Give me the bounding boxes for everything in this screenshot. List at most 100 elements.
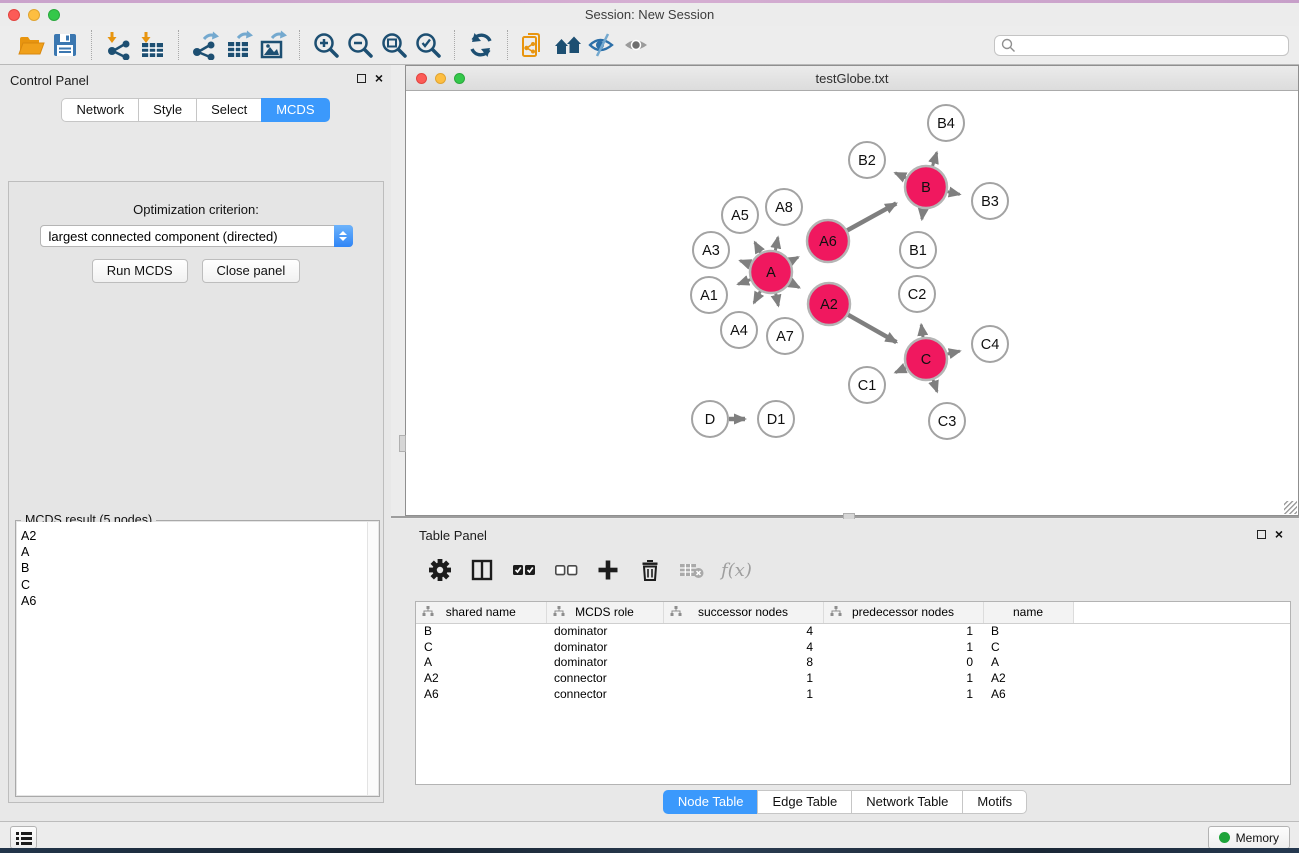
criterion-dropdown[interactable]: largest connected component (directed) (40, 225, 353, 247)
graph-edge[interactable] (775, 237, 778, 250)
table-row[interactable]: Bdominator41B (416, 623, 1290, 639)
zoom-in-icon[interactable] (309, 29, 343, 61)
table-tab-edge-table[interactable]: Edge Table (757, 790, 851, 814)
graph-edge[interactable] (776, 293, 779, 305)
network-zoom-button[interactable] (454, 73, 465, 84)
graph-edge[interactable] (738, 280, 750, 285)
save-session-icon[interactable] (48, 29, 82, 61)
graph-edge[interactable] (848, 315, 896, 342)
dropdown-stepper-icon (334, 225, 353, 247)
export-table-icon[interactable] (222, 29, 256, 61)
graph-edge[interactable] (895, 368, 906, 373)
column-header[interactable]: name (983, 602, 1073, 623)
float-panel-icon[interactable] (357, 74, 366, 83)
control-panel: Control Panel × NetworkStyleSelectMCDS O… (0, 65, 391, 821)
zoom-out-icon[interactable] (343, 29, 377, 61)
window-resize-grip[interactable] (1284, 501, 1297, 514)
table-row[interactable]: A2connector11A2 (416, 670, 1290, 686)
toggle-column-view-icon[interactable] (469, 557, 495, 583)
close-panel-icon[interactable]: × (375, 73, 383, 83)
result-item[interactable]: B (21, 560, 378, 576)
deselect-all-icon[interactable] (553, 557, 579, 583)
table-row[interactable]: Cdominator41C (416, 639, 1290, 655)
run-mcds-button[interactable]: Run MCDS (92, 259, 188, 283)
zoom-selected-icon[interactable] (411, 29, 445, 61)
settings-gear-icon[interactable] (427, 557, 453, 583)
network-minimize-button[interactable] (435, 73, 446, 84)
graph-edge[interactable] (790, 257, 798, 261)
network-canvas[interactable]: B4B2BB3A5A8A6A3AB1A1C2A2A4A7CC4C1C3DD1 (406, 91, 1298, 515)
graph-edge[interactable] (933, 153, 937, 166)
apply-layout-icon[interactable] (464, 29, 498, 61)
minimize-window-button[interactable] (28, 9, 40, 21)
zoom-fit-icon[interactable] (377, 29, 411, 61)
table-row[interactable]: A6connector11A6 (416, 686, 1290, 702)
show-all-networks-icon[interactable] (551, 29, 585, 61)
tab-style[interactable]: Style (138, 98, 196, 122)
show-panel-list-button[interactable] (10, 826, 37, 849)
delete-column-icon[interactable] (637, 557, 663, 583)
close-table-panel-icon[interactable]: × (1275, 529, 1283, 539)
new-session-from-network-icon[interactable] (517, 29, 551, 61)
tab-select[interactable]: Select (196, 98, 261, 122)
table-tab-network-table[interactable]: Network Table (851, 790, 962, 814)
result-item[interactable]: A2 (21, 528, 378, 544)
graph-node-label: A1 (700, 288, 718, 304)
function-builder-icon[interactable]: f(x) (721, 560, 752, 581)
mcds-tab-content: Optimization criterion: largest connecte… (8, 181, 384, 803)
tab-mcds[interactable]: MCDS (261, 98, 329, 122)
tab-network[interactable]: Network (61, 98, 138, 122)
table-cell: 1 (823, 670, 983, 686)
column-header[interactable]: successor nodes (663, 602, 823, 623)
graph-edge[interactable] (947, 351, 959, 354)
graph-edge[interactable] (754, 291, 760, 303)
import-table-icon[interactable] (135, 29, 169, 61)
delete-table-icon[interactable] (679, 557, 705, 583)
import-network-icon[interactable] (101, 29, 135, 61)
hide-graphics-details-icon[interactable] (585, 29, 619, 61)
mcds-result-list[interactable]: A2ABCA6 (17, 522, 378, 795)
search-field[interactable] (994, 35, 1289, 56)
search-input[interactable] (1020, 39, 1288, 53)
graph-node-label: C2 (908, 287, 927, 303)
graph-edge[interactable] (740, 261, 750, 265)
zoom-window-button[interactable] (48, 9, 60, 21)
table-cell: 1 (823, 639, 983, 655)
table-row[interactable]: Adominator80A (416, 655, 1290, 671)
column-header[interactable]: MCDS role (546, 602, 663, 623)
graph-edge[interactable] (895, 173, 906, 178)
graph-edge[interactable] (755, 242, 761, 252)
table-tab-motifs[interactable]: Motifs (962, 790, 1027, 814)
graph-edge[interactable] (933, 380, 937, 392)
export-network-icon[interactable] (188, 29, 222, 61)
graph-node-label: A8 (775, 200, 793, 216)
network-window-titlebar[interactable]: testGlobe.txt (406, 66, 1298, 91)
show-graphics-details-icon[interactable] (619, 29, 653, 61)
select-all-icon[interactable] (511, 557, 537, 583)
result-item[interactable]: A (21, 544, 378, 560)
add-column-icon[interactable] (595, 557, 621, 583)
result-item[interactable]: C (21, 577, 378, 593)
close-panel-button[interactable]: Close panel (202, 259, 301, 283)
close-window-button[interactable] (8, 9, 20, 21)
graph-edge[interactable] (847, 203, 896, 230)
column-header[interactable]: predecessor nodes (823, 602, 983, 623)
result-item[interactable]: A6 (21, 593, 378, 609)
graph-edge[interactable] (922, 209, 923, 219)
table-header-row[interactable]: shared nameMCDS rolesuccessor nodesprede… (416, 602, 1290, 623)
table-tab-node-table[interactable]: Node Table (663, 790, 758, 814)
export-image-icon[interactable] (256, 29, 290, 61)
graph-edge[interactable] (921, 325, 923, 338)
memory-button[interactable]: Memory (1208, 826, 1290, 849)
open-file-icon[interactable] (14, 29, 48, 61)
split-divider-handle-vertical[interactable] (399, 435, 406, 452)
network-close-button[interactable] (416, 73, 427, 84)
result-list-scrollbar[interactable] (367, 522, 378, 795)
float-table-panel-icon[interactable] (1257, 530, 1266, 539)
graph-edge[interactable] (947, 192, 959, 195)
graph-node-label: A3 (702, 243, 720, 259)
column-header[interactable]: shared name (416, 602, 546, 623)
table-cell: 1 (823, 623, 983, 639)
table-cell: A2 (416, 670, 546, 686)
graph-edge[interactable] (790, 283, 799, 288)
